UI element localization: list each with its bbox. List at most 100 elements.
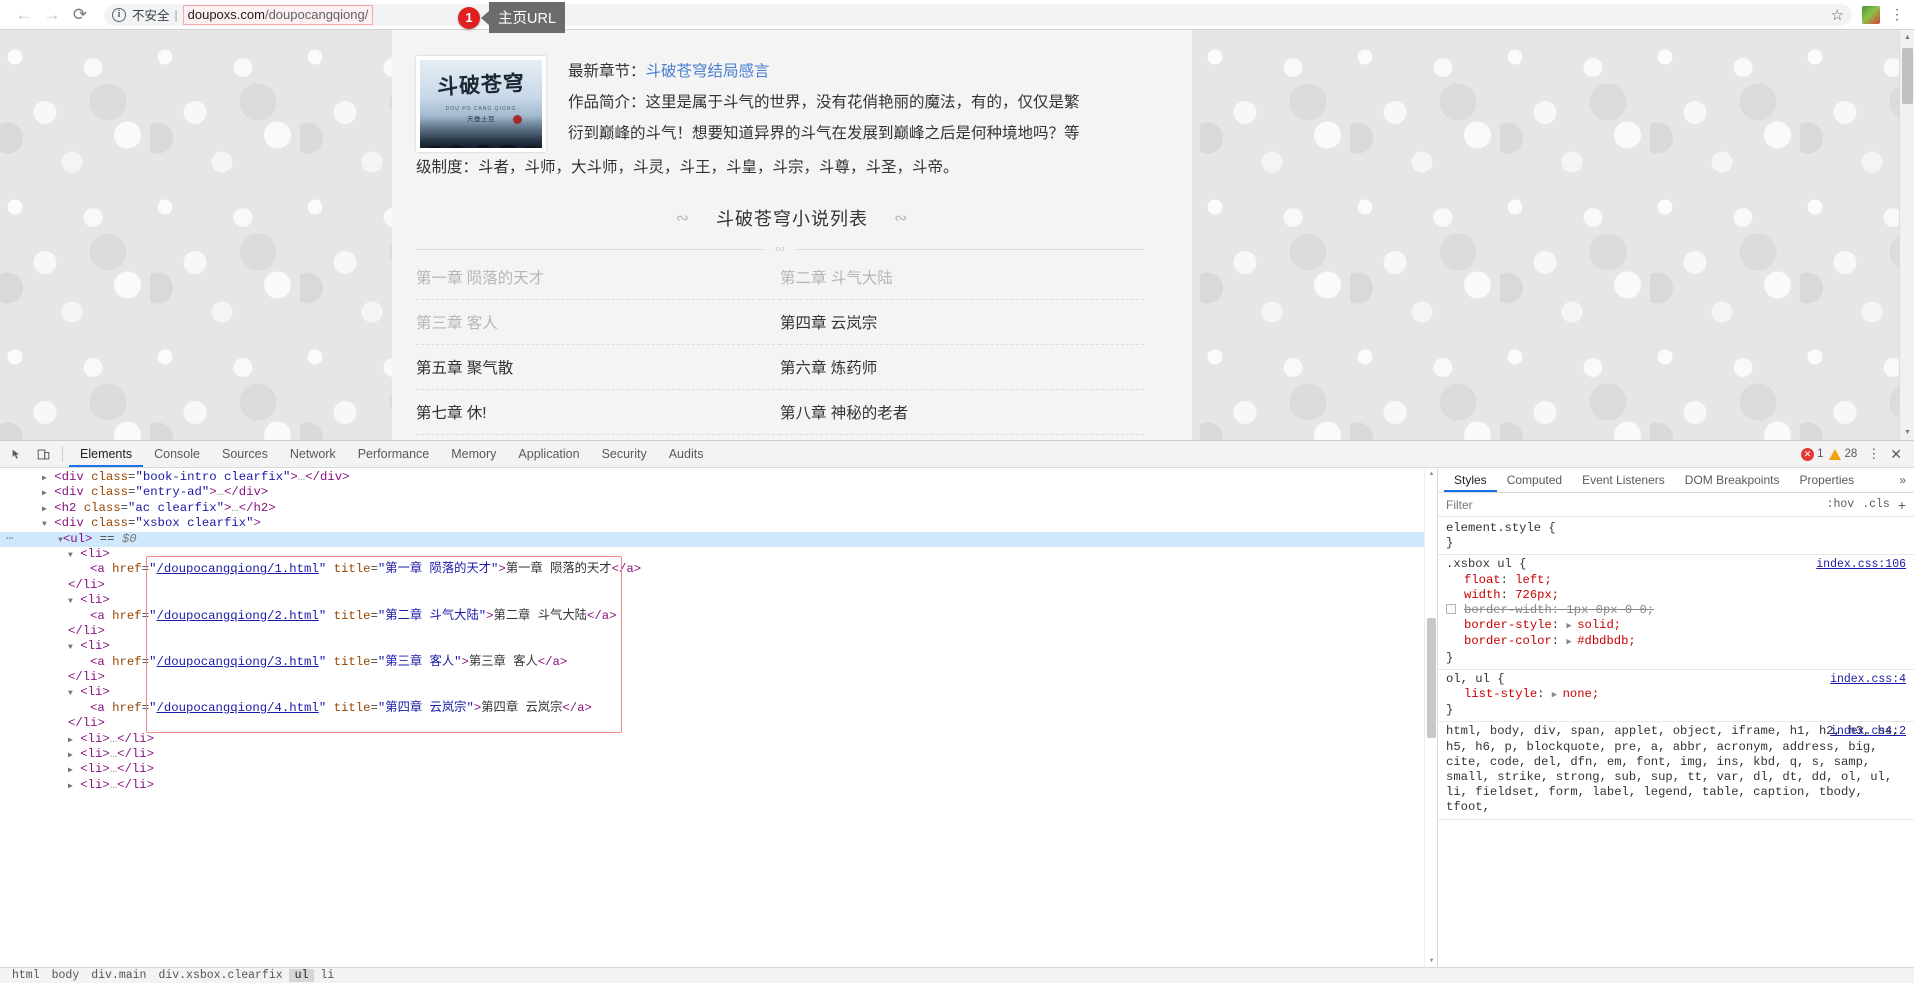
dom-tree-row[interactable]: ▼ <li> <box>0 639 1437 654</box>
chapter-link[interactable]: 第八章 神秘的老者 <box>780 390 1144 434</box>
chapter-link[interactable]: 第四章 云岚宗 <box>780 300 1144 344</box>
breadcrumb-item[interactable]: html <box>6 969 46 982</box>
dom-tree-row[interactable]: ▼ <div class="xsbox clearfix"> <box>0 516 1437 531</box>
style-rule[interactable]: index.css:106 .xsbox ul {float: left; widt… <box>1438 555 1914 670</box>
dom-scroll-down-icon[interactable]: ▼ <box>1425 955 1437 967</box>
devtools-tab-performance[interactable]: Performance <box>347 441 441 467</box>
styles-tab-event-listeners[interactable]: Event Listeners <box>1572 468 1675 492</box>
styles-tab-dom-breakpoints[interactable]: DOM Breakpoints <box>1675 468 1790 492</box>
address-bar[interactable]: i 不安全 | doupoxs.com/doupocangqiong/ ☆ <box>104 3 1852 26</box>
chapter-link[interactable]: 第九章 药老! <box>416 435 780 440</box>
dom-tree-row[interactable]: ▶ <li>…</li> <box>0 732 1437 747</box>
devtools-tab-sources[interactable]: Sources <box>211 441 279 467</box>
new-style-rule-button[interactable]: + <box>1898 497 1906 513</box>
back-button[interactable]: ← <box>10 1 38 29</box>
styles-expand-icon[interactable]: » <box>1899 473 1914 487</box>
styles-tab-properties[interactable]: Properties <box>1789 468 1864 492</box>
dom-tree-row[interactable]: ▶ <div class="book-intro clearfix">…</di… <box>0 470 1437 485</box>
dom-tree-row[interactable]: ▼ <li> <box>0 547 1437 562</box>
scroll-down-icon[interactable]: ▼ <box>1900 425 1914 440</box>
devtools-tab-audits[interactable]: Audits <box>658 441 715 467</box>
devtools-status-group: ✕ 1 28 ⋮ ✕ <box>1801 446 1910 463</box>
dom-tree-row[interactable]: ▶ <div class="entry-ad">…</div> <box>0 485 1437 500</box>
dom-tree-row[interactable]: ▶ <h2 class="ac clearfix">…</h2> <box>0 501 1437 516</box>
bookmark-star-icon[interactable]: ☆ <box>1831 6 1844 24</box>
style-rule[interactable]: element.style {} <box>1438 519 1914 556</box>
style-property[interactable]: float: left; <box>1446 573 1906 588</box>
style-source-link[interactable]: index.css:4 <box>1830 672 1906 687</box>
latest-chapter-link[interactable]: 斗破苍穹结局感言 <box>646 63 770 80</box>
dom-tree-row[interactable]: ▶ <li>…</li> <box>0 778 1437 793</box>
devtools-tab-network[interactable]: Network <box>279 441 347 467</box>
chapter-link[interactable]: 第一章 陨落的天才 <box>416 255 780 299</box>
style-property[interactable]: border-style: ▶ solid; <box>1446 618 1906 634</box>
dom-scroll-thumb[interactable] <box>1427 618 1436 738</box>
chapter-link[interactable]: 第二章 斗气大陆 <box>780 255 1144 299</box>
devtools-more-icon[interactable]: ⋮ <box>1863 447 1884 461</box>
devtools-tab-security[interactable]: Security <box>591 441 658 467</box>
style-rule[interactable]: index.css:4 ol, ul {list-style: ▶ none;} <box>1438 670 1914 723</box>
callout-1-label: 主页URL <box>489 2 566 33</box>
dom-tree-row[interactable]: </li> <box>0 716 1437 731</box>
chrome-menu-icon[interactable]: ⋮ <box>1890 7 1904 21</box>
dom-tree-row[interactable]: ▼ <li> <box>0 685 1437 700</box>
dom-tree-row[interactable]: ▶ <li>…</li> <box>0 762 1437 777</box>
dom-tree-row[interactable]: </li> <box>0 624 1437 639</box>
breadcrumb-item[interactable]: li <box>314 969 340 982</box>
dom-tree-row-selected[interactable]: ⋯ ▼<ul> == $0 <box>0 531 1437 547</box>
style-selector[interactable]: element.style { <box>1446 521 1906 536</box>
extension-icon[interactable] <box>1862 5 1880 24</box>
cls-toggle[interactable]: .cls <box>1862 498 1890 511</box>
style-property-checkbox[interactable] <box>1446 604 1456 615</box>
dom-tree-row[interactable]: </li> <box>0 578 1437 593</box>
reload-button[interactable]: ⟳ <box>66 1 94 29</box>
breadcrumb-item[interactable]: ul <box>288 969 315 982</box>
devtools-close-icon[interactable]: ✕ <box>1890 446 1902 463</box>
warning-indicator[interactable]: 28 <box>1829 448 1857 460</box>
hov-toggle[interactable]: :hov <box>1827 498 1855 511</box>
breadcrumb-item[interactable]: div.xsbox.clearfix <box>152 969 288 982</box>
dom-tree-link-row[interactable]: <a href="/doupocangqiong/1.html" title="… <box>0 562 1437 577</box>
styles-tab-computed[interactable]: Computed <box>1497 468 1572 492</box>
chapter-link[interactable]: 第五章 聚气散 <box>416 345 780 389</box>
error-indicator[interactable]: ✕ 1 <box>1801 447 1823 461</box>
scroll-up-icon[interactable]: ▲ <box>1900 30 1914 45</box>
dom-tree-row[interactable]: ▼ <li> <box>0 593 1437 608</box>
dom-tree-row[interactable]: ▶ <li>…</li> <box>0 747 1437 762</box>
devtools-tab-console[interactable]: Console <box>143 441 211 467</box>
chapter-list-item: 第九章 药老! <box>416 435 780 440</box>
styles-filter-input[interactable] <box>1446 497 1819 512</box>
dom-scroll-up-icon[interactable]: ▲ <box>1425 468 1437 480</box>
style-property[interactable]: list-style: ▶ none; <box>1446 687 1906 703</box>
device-toolbar-icon[interactable] <box>30 442 56 466</box>
chapter-link[interactable]: 第七章 休! <box>416 390 780 434</box>
breadcrumb-item[interactable]: div.main <box>85 969 152 982</box>
devtools-tab-memory[interactable]: Memory <box>440 441 507 467</box>
warning-count: 28 <box>1844 448 1858 460</box>
scroll-thumb[interactable] <box>1902 48 1913 104</box>
breadcrumb-item[interactable]: body <box>46 969 86 982</box>
forward-button[interactable]: → <box>38 1 66 29</box>
dom-tree-link-row[interactable]: <a href="/doupocangqiong/2.html" title="… <box>0 609 1437 624</box>
info-icon[interactable]: i <box>112 7 126 22</box>
page-scrollbar[interactable]: ▲ ▼ <box>1899 30 1914 440</box>
style-property[interactable]: border-color: ▶ #dbdbdb; <box>1446 634 1906 650</box>
dom-tree-link-row[interactable]: <a href="/doupocangqiong/3.html" title="… <box>0 655 1437 670</box>
dom-tree-pane[interactable]: ▶ <div class="book-intro clearfix">…</di… <box>0 468 1437 967</box>
dom-tree-link-row[interactable]: <a href="/doupocangqiong/4.html" title="… <box>0 701 1437 716</box>
chapter-link[interactable]: 第六章 炼药师 <box>780 345 1144 389</box>
dom-scrollbar[interactable]: ▲ ▼ <box>1424 468 1437 967</box>
chapter-link[interactable]: 第三章 客人 <box>416 300 780 344</box>
browser-toolbar: ← → ⟳ i 不安全 | doupoxs.com/doupocangqiong… <box>0 0 1914 33</box>
chapter-link[interactable]: 第十章 借钱 <box>780 435 1144 440</box>
dom-tree-row[interactable]: </li> <box>0 670 1437 685</box>
devtools-tab-elements[interactable]: Elements <box>69 441 144 467</box>
style-rule-reset[interactable]: index.css:2 html, body, div, span, applet… <box>1438 722 1914 820</box>
devtools-tab-application[interactable]: Application <box>507 441 590 467</box>
style-source-link[interactable]: index.css:106 <box>1816 557 1906 572</box>
style-property[interactable]: border-width: 1px 0px 0 0; <box>1446 603 1906 618</box>
inspect-element-icon[interactable] <box>4 442 30 466</box>
style-property[interactable]: width: 726px; <box>1446 588 1906 603</box>
style-source-link[interactable]: index.css:2 <box>1830 724 1906 739</box>
styles-tab-styles[interactable]: Styles <box>1444 468 1497 492</box>
